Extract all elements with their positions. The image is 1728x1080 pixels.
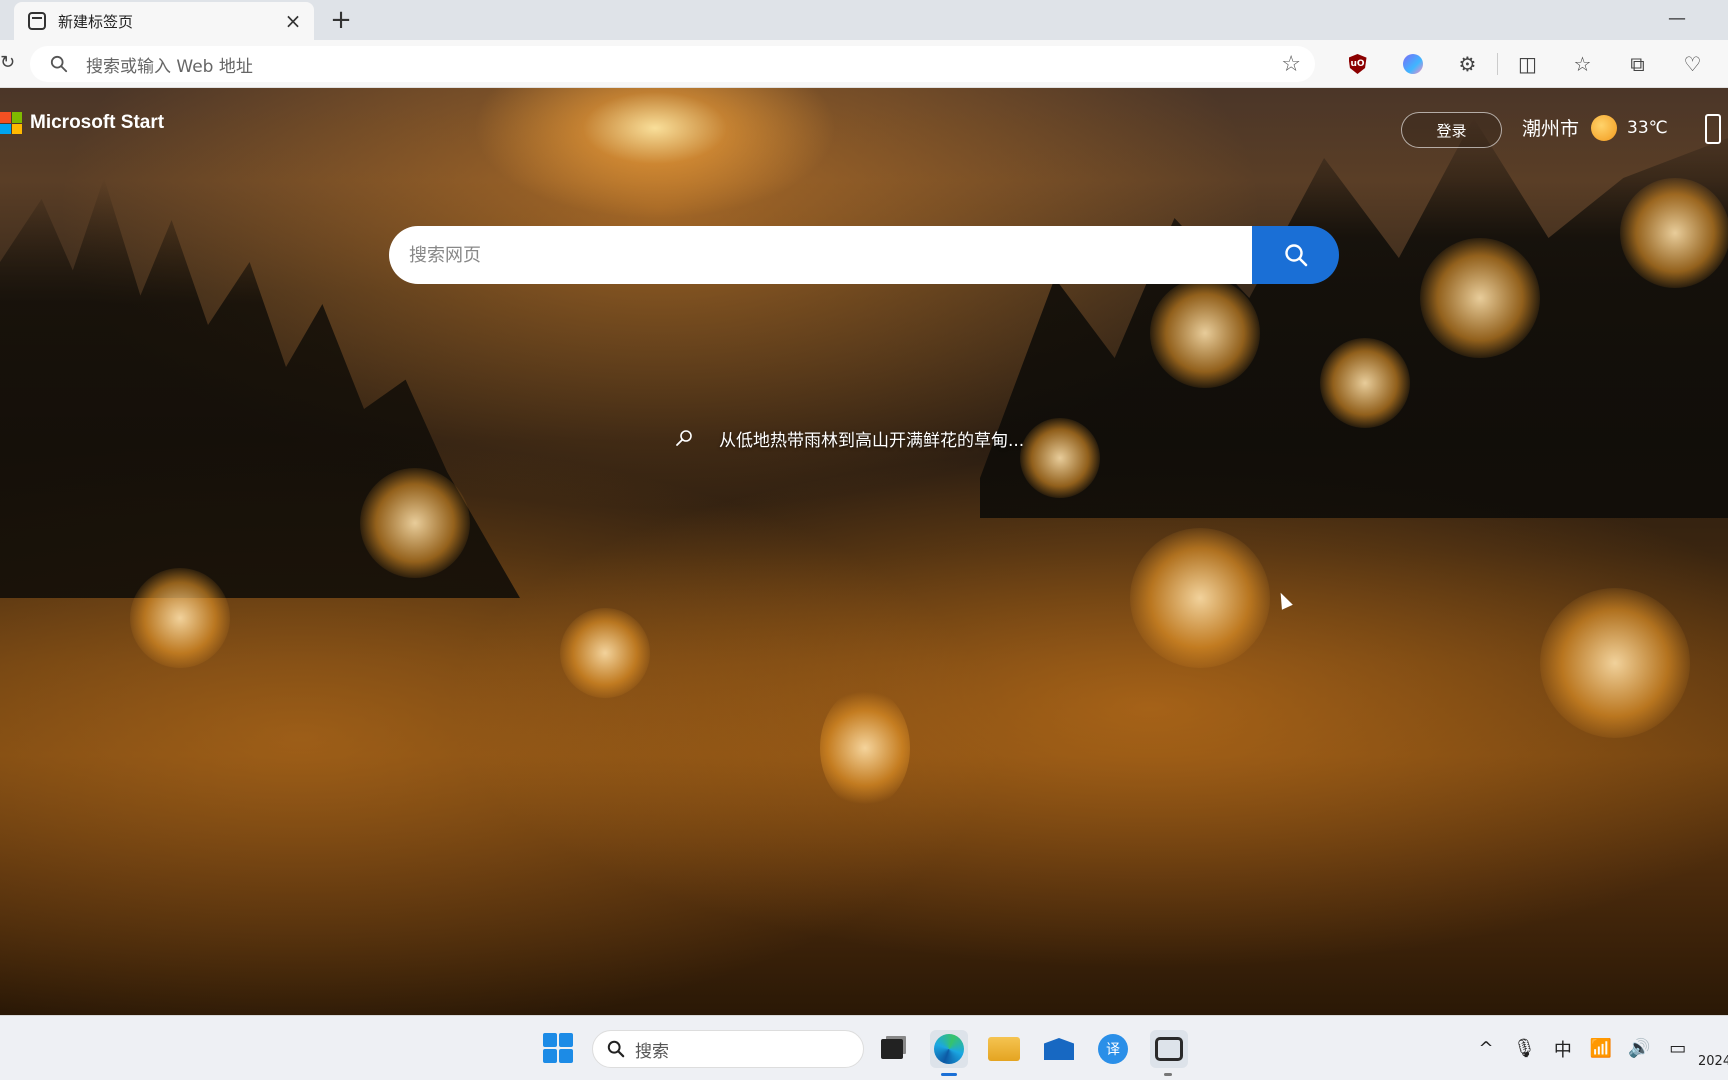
extensions-icon[interactable]: ⚙ <box>1440 40 1495 88</box>
toolbar-divider <box>1497 53 1498 75</box>
minimize-button[interactable]: — <box>1668 8 1686 29</box>
translate-icon[interactable]: 译 <box>1094 1030 1132 1068</box>
search-icon <box>50 55 68 73</box>
search-hint-icon <box>676 429 692 446</box>
tab-title: 新建标签页 <box>58 12 134 31</box>
show-hidden-icons-chevron-icon[interactable]: ^ <box>1475 1038 1497 1059</box>
address-bar[interactable]: 搜索或输入 Web 地址 ☆ <box>30 46 1315 82</box>
microsoft-logo-icon <box>0 112 22 134</box>
sunny-weather-icon <box>1591 114 1618 141</box>
weather-city: 潮州市 <box>1522 118 1580 140</box>
new-tab-page-icon <box>28 12 46 30</box>
close-tab-icon[interactable]: × <box>282 9 304 33</box>
mail-icon[interactable] <box>1040 1030 1078 1068</box>
copilot-icon[interactable] <box>1385 40 1440 88</box>
edge-icon[interactable] <box>930 1030 968 1068</box>
background-flower <box>1320 338 1410 428</box>
caption-text[interactable]: 从低地热带雨林到高山开满鲜花的草甸... <box>719 426 1024 451</box>
translate-glyph: 译 <box>1098 1034 1128 1064</box>
split-screen-icon[interactable]: ◫ <box>1500 40 1555 88</box>
background-flower <box>360 468 470 578</box>
search-icon <box>1284 244 1307 267</box>
browser-toolbar: ↻ 搜索或输入 Web 地址 ☆ uO ⚙ ◫ ☆ ⧉ ♡ <box>0 40 1728 88</box>
background-flower <box>1020 418 1100 498</box>
taskbar-search[interactable]: 搜索 <box>592 1030 864 1068</box>
windows-taskbar: 搜索 译 ^ 🎙 中 📶 🔊 ▭ 2024 <box>0 1015 1728 1080</box>
mouse-cursor-icon <box>1275 590 1293 610</box>
favorite-star-icon[interactable]: ☆ <box>1281 52 1301 77</box>
background-flower <box>130 568 230 668</box>
battery-icon[interactable]: ▭ <box>1667 1038 1689 1059</box>
search-button[interactable] <box>1252 226 1339 284</box>
file-explorer-icon[interactable] <box>985 1030 1023 1068</box>
collections-icon[interactable]: ⧉ <box>1610 40 1665 88</box>
refresh-icon[interactable]: ↻ <box>0 52 15 73</box>
system-tray: ^ 🎙 中 📶 🔊 ▭ <box>1475 1016 1689 1080</box>
weather-temperature: 33℃ <box>1627 117 1668 138</box>
background-flower <box>820 688 910 808</box>
image-caption[interactable]: 从低地热带雨林到高山开满鲜花的草甸... <box>673 426 1024 451</box>
volume-icon[interactable]: 🔊 <box>1628 1038 1650 1059</box>
background-flower <box>1620 178 1728 288</box>
microphone-icon[interactable]: 🎙 <box>1513 1038 1536 1059</box>
background-flower <box>1420 238 1540 358</box>
web-search-input[interactable] <box>389 226 1252 284</box>
search-icon <box>607 1040 625 1058</box>
background-flower <box>1150 278 1260 388</box>
input-method-indicator[interactable]: 中 <box>1552 1036 1574 1062</box>
background-flower <box>1130 528 1270 668</box>
active-app-indicator <box>941 1073 957 1076</box>
login-button[interactable]: 登录 <box>1401 112 1502 148</box>
start-icon[interactable] <box>543 1033 573 1063</box>
taskbar-search-label: 搜索 <box>635 1041 669 1062</box>
new-tab-page: Microsoft Start 登录 潮州市 33℃ 从低地热带雨林到高山开满鲜… <box>0 88 1728 1015</box>
brand-name: Microsoft Start <box>30 112 165 133</box>
running-app-indicator <box>1164 1073 1172 1076</box>
background-flower <box>560 608 650 698</box>
browser-essentials-icon[interactable]: ♡ <box>1665 40 1720 88</box>
clock-date[interactable]: 2024 <box>1698 1054 1728 1069</box>
task-view-icon[interactable] <box>873 1030 911 1068</box>
background-flower <box>1540 588 1690 738</box>
wifi-icon[interactable]: 📶 <box>1590 1038 1612 1059</box>
web-search-box <box>389 226 1339 284</box>
microsoft-start-logo[interactable]: Microsoft Start <box>0 112 164 134</box>
tab-strip: 新建标签页 × + — <box>0 0 1728 40</box>
mobile-app-icon[interactable] <box>1705 114 1721 144</box>
address-placeholder[interactable]: 搜索或输入 Web 地址 <box>86 52 1281 77</box>
screen-record-icon[interactable] <box>1150 1030 1188 1068</box>
new-tab-button[interactable]: + <box>326 6 356 34</box>
weather-widget[interactable]: 潮州市 33℃ <box>1522 114 1668 141</box>
ublock-icon[interactable]: uO <box>1330 40 1385 88</box>
tab-new-tab[interactable]: 新建标签页 × <box>14 2 314 40</box>
toolbar-icons: uO ⚙ ◫ ☆ ⧉ ♡ <box>1330 40 1720 88</box>
favorites-icon[interactable]: ☆ <box>1555 40 1610 88</box>
